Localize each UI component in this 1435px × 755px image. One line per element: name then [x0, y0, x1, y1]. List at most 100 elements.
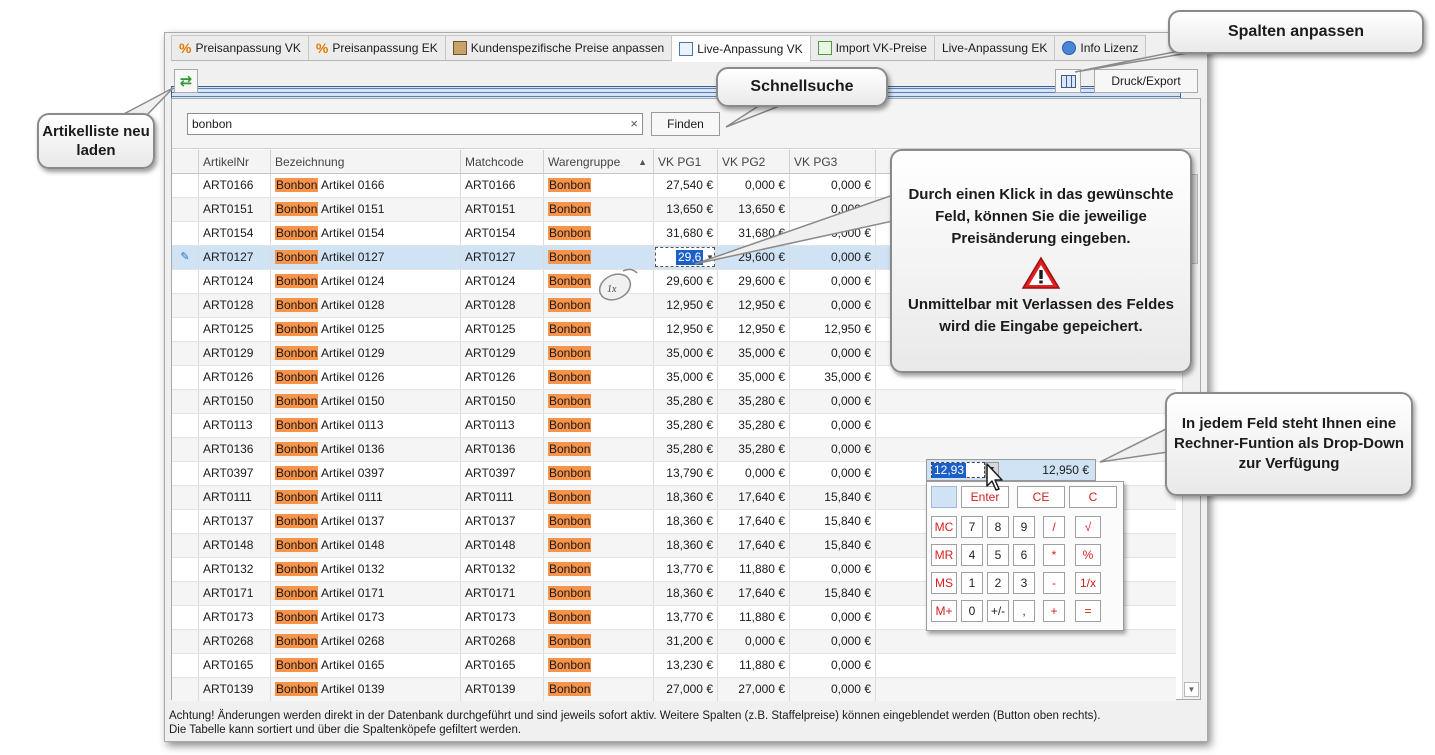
cell-warengruppe[interactable]: Bonbon — [544, 558, 654, 581]
cell-vk-pg3[interactable]: 0,000 € — [790, 630, 876, 653]
cell-matchcode[interactable]: ART0124 — [461, 270, 544, 293]
calculator-button[interactable]: MR — [931, 544, 957, 566]
cell-bezeichnung[interactable]: Bonbon Artikel 0150 — [271, 390, 461, 413]
cell-matchcode[interactable]: ART0173 — [461, 606, 544, 629]
table-row[interactable]: ART0165 Bonbon Artikel 0165 ART0165 Bonbon 1… — [172, 654, 1176, 678]
cell-vk-pg1[interactable]: 18,360 € — [654, 510, 718, 533]
columns-button[interactable] — [1055, 69, 1081, 93]
find-button[interactable]: Finden — [651, 112, 720, 136]
calculator-button[interactable]: + — [1043, 600, 1065, 622]
cell-vk-pg1[interactable]: 35,280 € — [654, 414, 718, 437]
cell-bezeichnung[interactable]: Bonbon Artikel 0111 — [271, 486, 461, 509]
cell-warengruppe[interactable]: Bonbon — [544, 414, 654, 437]
cell-warengruppe[interactable]: Bonbon — [544, 678, 654, 701]
cell-vk-pg2[interactable]: 17,640 € — [718, 486, 790, 509]
cell-matchcode[interactable]: ART0268 — [461, 630, 544, 653]
cell-artikelnr[interactable]: ART0165 — [199, 654, 271, 677]
calculator-button[interactable]: 1/x — [1075, 572, 1101, 594]
cell-artikelnr[interactable]: ART0129 — [199, 342, 271, 365]
calculator-button[interactable]: 0 — [961, 600, 983, 622]
cell-vk-pg3[interactable]: 0,000 € — [790, 438, 876, 461]
cell-artikelnr[interactable]: ART0113 — [199, 414, 271, 437]
cell-vk-pg3[interactable]: 12,950 € — [790, 318, 876, 341]
cell-vk-pg1[interactable]: 27,540 € — [654, 174, 718, 197]
cell-matchcode[interactable]: ART0166 — [461, 174, 544, 197]
cell-matchcode[interactable]: ART0154 — [461, 222, 544, 245]
calculator-button[interactable]: * — [1043, 544, 1065, 566]
cell-matchcode[interactable]: ART0139 — [461, 678, 544, 701]
cell-matchcode[interactable]: ART0111 — [461, 486, 544, 509]
tab-preisanpassung-ek[interactable]: % Preisanpassung EK — [307, 35, 446, 61]
calculator-button[interactable]: 9 — [1013, 516, 1035, 538]
calculator-button[interactable]: - — [1043, 572, 1065, 594]
cell-artikelnr[interactable]: ART0148 — [199, 534, 271, 557]
cell-vk-pg3[interactable]: 0,000 € — [790, 174, 876, 197]
calculator-field[interactable]: 12,93 ▼ 12,950 € — [926, 459, 1096, 481]
calculator-button[interactable]: CE — [1017, 486, 1065, 508]
tab-live-anpassung-ek[interactable]: Live-Anpassung EK — [171, 35, 1181, 637]
cell-vk-pg3[interactable]: 0,000 € — [790, 294, 876, 317]
cell-bezeichnung[interactable]: Bonbon Artikel 0166 — [271, 174, 461, 197]
cell-matchcode[interactable]: ART0151 — [461, 198, 544, 221]
cell-vk-pg3[interactable]: 0,000 € — [790, 390, 876, 413]
calculator-button[interactable]: M+ — [931, 600, 957, 622]
cell-artikelnr[interactable]: ART0268 — [199, 630, 271, 653]
cell-vk-pg3[interactable]: 15,840 € — [790, 534, 876, 557]
cell-warengruppe[interactable]: Bonbon — [544, 246, 654, 269]
cell-vk-pg2[interactable]: 12,950 € — [718, 318, 790, 341]
calculator-button[interactable]: = — [1075, 600, 1101, 622]
cell-artikelnr[interactable]: ART0139 — [199, 678, 271, 701]
cell-bezeichnung[interactable]: Bonbon Artikel 0165 — [271, 654, 461, 677]
table-row[interactable]: ART0150 Bonbon Artikel 0150 ART0150 Bonbon 3… — [172, 390, 1176, 414]
cell-bezeichnung[interactable]: Bonbon Artikel 0126 — [271, 366, 461, 389]
tab-info-lizenz[interactable]: Info Lizenz — [1054, 35, 1147, 61]
cell-artikelnr[interactable]: ART0173 — [199, 606, 271, 629]
cell-vk-pg2[interactable]: 13,650 € — [718, 198, 790, 221]
calculator-button[interactable]: 5 — [987, 544, 1009, 566]
calculator-button[interactable]: / — [1043, 516, 1065, 538]
search-input[interactable]: bonbon × — [187, 113, 643, 135]
cell-artikelnr[interactable]: ART0171 — [199, 582, 271, 605]
cell-vk-pg2[interactable]: 11,880 € — [718, 558, 790, 581]
cell-vk-pg1[interactable]: 13,770 € — [654, 558, 718, 581]
cell-artikelnr[interactable]: ART0124 — [199, 270, 271, 293]
cell-warengruppe[interactable]: Bonbon — [544, 222, 654, 245]
column-header-vk-pg2[interactable]: VK PG2 — [718, 150, 790, 174]
cell-matchcode[interactable]: ART0165 — [461, 654, 544, 677]
cell-bezeichnung[interactable]: Bonbon Artikel 0127 — [271, 246, 461, 269]
cell-vk-pg2[interactable]: 0,000 € — [718, 462, 790, 485]
column-header-vk-pg3[interactable]: VK PG3 — [790, 150, 876, 174]
cell-warengruppe[interactable]: Bonbon — [544, 390, 654, 413]
calculator-button[interactable]: 6 — [1013, 544, 1035, 566]
cell-matchcode[interactable]: ART0137 — [461, 510, 544, 533]
cell-artikelnr[interactable]: ART0125 — [199, 318, 271, 341]
calculator-display-button[interactable] — [931, 486, 957, 508]
cell-warengruppe[interactable]: Bonbon — [544, 654, 654, 677]
cell-matchcode[interactable]: ART0125 — [461, 318, 544, 341]
cell-vk-pg1[interactable]: 13,790 € — [654, 462, 718, 485]
calculator-button[interactable]: 3 — [1013, 572, 1035, 594]
cell-bezeichnung[interactable]: Bonbon Artikel 0125 — [271, 318, 461, 341]
cell-vk-pg3[interactable]: 15,840 € — [790, 486, 876, 509]
tab-kundenspezifische-preise-anpassen[interactable]: Kundenspezifische Preise anpassen — [444, 35, 673, 61]
cell-bezeichnung[interactable]: Bonbon Artikel 0148 — [271, 534, 461, 557]
cell-warengruppe[interactable]: Bonbon — [544, 606, 654, 629]
cell-bezeichnung[interactable]: Bonbon Artikel 0151 — [271, 198, 461, 221]
tab-preisanpassung-vk[interactable]: % Preisanpassung VK — [171, 35, 309, 61]
calculator-button[interactable]: % — [1075, 544, 1101, 566]
cell-vk-pg2[interactable]: 35,280 € — [718, 414, 790, 437]
cell-vk-pg2[interactable]: 31,680 € — [718, 222, 790, 245]
cell-vk-pg3[interactable]: 0,000 € — [790, 462, 876, 485]
cell-bezeichnung[interactable]: Bonbon Artikel 0173 — [271, 606, 461, 629]
cell-bezeichnung[interactable]: Bonbon Artikel 0139 — [271, 678, 461, 701]
cell-vk-pg3[interactable]: 15,840 € — [790, 510, 876, 533]
cell-artikelnr[interactable]: ART0137 — [199, 510, 271, 533]
cell-warengruppe[interactable]: Bonbon — [544, 198, 654, 221]
cell-warengruppe[interactable]: Bonbon — [544, 438, 654, 461]
column-header-bezeichnung[interactable]: Bezeichnung — [271, 150, 461, 174]
cell-matchcode[interactable]: ART0129 — [461, 342, 544, 365]
cell-matchcode[interactable]: ART0171 — [461, 582, 544, 605]
column-header-artikelnr[interactable]: ArtikelNr — [199, 150, 271, 174]
cell-vk-pg1[interactable]: 31,680 € — [654, 222, 718, 245]
cell-vk-pg2[interactable]: 17,640 € — [718, 582, 790, 605]
